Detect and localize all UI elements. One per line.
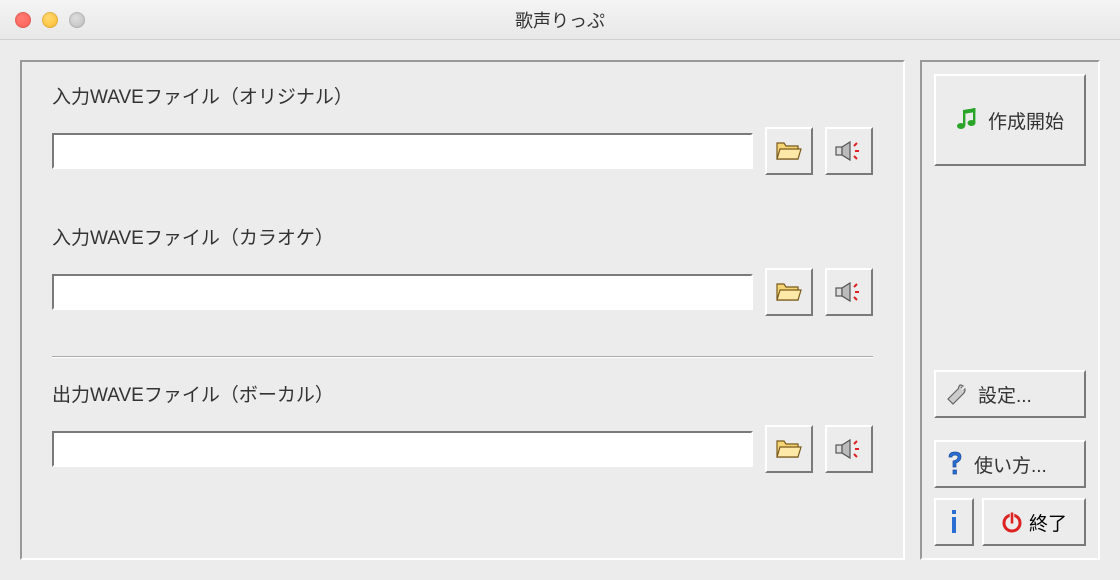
help-button-label: 使い方... <box>974 451 1047 478</box>
window-title: 歌声りっぷ <box>0 7 1120 33</box>
settings-button-label: 設定... <box>978 381 1032 408</box>
input-original-label: 入力WAVEファイル（オリジナル） <box>52 82 873 109</box>
spacer <box>934 166 1086 370</box>
output-vocal-play-button[interactable] <box>825 425 873 473</box>
input-karaoke-play-button[interactable] <box>825 268 873 316</box>
start-button[interactable]: 作成開始 <box>934 74 1086 166</box>
input-original-browse-button[interactable] <box>765 127 813 175</box>
info-button[interactable] <box>934 498 974 546</box>
output-vocal-section: 出力WAVEファイル（ボーカル） <box>52 380 873 473</box>
input-original-field[interactable] <box>52 133 753 169</box>
titlebar: 歌声りっぷ <box>0 0 1120 40</box>
music-note-icon <box>956 107 978 133</box>
power-icon <box>1001 511 1023 533</box>
settings-button[interactable]: 設定... <box>934 370 1086 418</box>
input-karaoke-row <box>52 268 873 316</box>
input-original-play-button[interactable] <box>825 127 873 175</box>
input-original-row <box>52 127 873 175</box>
info-icon <box>949 509 959 535</box>
minimize-window-button[interactable] <box>42 12 58 28</box>
input-karaoke-label: 入力WAVEファイル（カラオケ） <box>52 223 873 250</box>
exit-button-label: 終了 <box>1029 509 1067 536</box>
output-vocal-browse-button[interactable] <box>765 425 813 473</box>
input-karaoke-section: 入力WAVEファイル（カラオケ） <box>52 223 873 316</box>
input-original-section: 入力WAVEファイル（オリジナル） <box>52 82 873 175</box>
help-button[interactable]: 使い方... <box>934 440 1086 488</box>
divider <box>52 356 873 358</box>
traffic-lights <box>0 12 85 28</box>
content-area: 入力WAVEファイル（オリジナル） <box>0 40 1120 580</box>
main-panel: 入力WAVEファイル（オリジナル） <box>20 60 905 560</box>
folder-open-icon <box>776 439 802 459</box>
gap <box>52 185 873 223</box>
maximize-window-button <box>69 12 85 28</box>
bottom-row: 終了 <box>934 498 1086 546</box>
start-button-label: 作成開始 <box>988 107 1064 134</box>
input-karaoke-browse-button[interactable] <box>765 268 813 316</box>
output-vocal-row <box>52 425 873 473</box>
folder-open-icon <box>776 282 802 302</box>
gap <box>934 418 1086 440</box>
wrench-icon <box>946 383 968 405</box>
folder-open-icon <box>776 141 802 161</box>
input-karaoke-field[interactable] <box>52 274 753 310</box>
speaker-icon <box>835 281 863 303</box>
question-icon <box>946 451 964 477</box>
output-vocal-label: 出力WAVEファイル（ボーカル） <box>52 380 873 407</box>
output-vocal-field[interactable] <box>52 431 753 467</box>
speaker-icon <box>835 438 863 460</box>
close-window-button[interactable] <box>15 12 31 28</box>
right-panel: 作成開始 設定... 使い方... <box>920 60 1100 560</box>
exit-button[interactable]: 終了 <box>982 498 1086 546</box>
speaker-icon <box>835 140 863 162</box>
